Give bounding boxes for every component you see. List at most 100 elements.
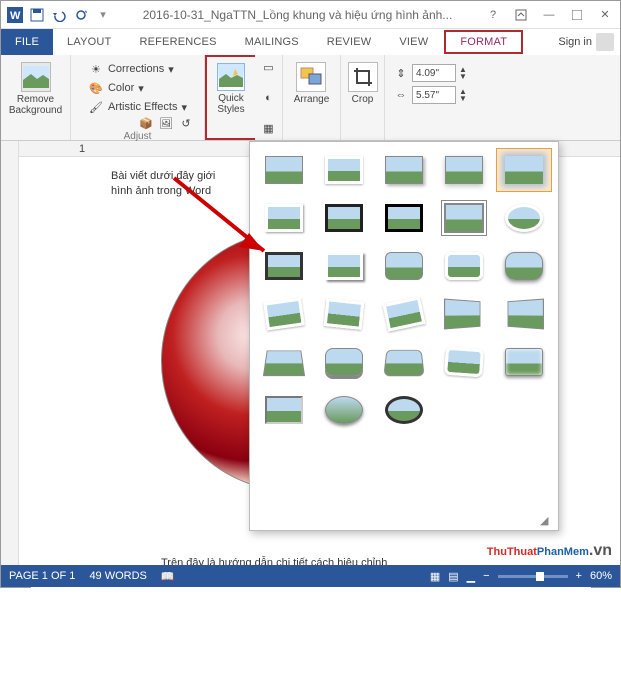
minimize-icon[interactable]: — bbox=[538, 5, 560, 25]
style-thumb-selected[interactable] bbox=[496, 148, 552, 192]
undo-icon[interactable] bbox=[49, 5, 69, 25]
style-thumb[interactable] bbox=[436, 244, 492, 288]
ribbon-display-icon[interactable] bbox=[510, 5, 532, 25]
maximize-icon[interactable] bbox=[566, 5, 588, 25]
title-bar: W ▾ 2016-10-31_NgaTTN_Lồng khung và hiệu… bbox=[1, 1, 620, 29]
zoom-slider-thumb[interactable] bbox=[536, 572, 544, 581]
quick-styles-icon bbox=[217, 63, 245, 91]
stepper-icon[interactable]: ▲▼ bbox=[459, 66, 467, 80]
style-thumb[interactable] bbox=[436, 196, 492, 240]
remove-background-icon bbox=[21, 62, 51, 92]
style-thumb[interactable] bbox=[496, 196, 552, 240]
style-thumb[interactable] bbox=[316, 340, 372, 384]
style-thumb[interactable] bbox=[496, 244, 552, 288]
style-thumb[interactable] bbox=[256, 388, 312, 432]
word-app-icon[interactable]: W bbox=[5, 5, 25, 25]
window-controls: ? — ✕ bbox=[482, 5, 616, 25]
style-thumb[interactable] bbox=[316, 196, 372, 240]
change-picture-icon[interactable]: 🖼 bbox=[158, 115, 174, 131]
sign-in-label: Sign in bbox=[558, 36, 592, 48]
ruler-mark: 1 bbox=[79, 143, 85, 155]
view-read-icon[interactable]: ▦ bbox=[430, 570, 440, 583]
tab-format[interactable]: FORMAT bbox=[444, 30, 523, 54]
save-icon[interactable] bbox=[27, 5, 47, 25]
compress-icon[interactable]: 📦 bbox=[138, 115, 154, 131]
style-thumb[interactable] bbox=[436, 340, 492, 384]
arrange-label: Arrange bbox=[294, 94, 330, 105]
proofing-icon[interactable]: 📖 bbox=[161, 570, 175, 583]
style-thumb[interactable] bbox=[376, 148, 432, 192]
style-thumb[interactable] bbox=[436, 292, 492, 336]
quick-styles-gallery: ◢ bbox=[249, 141, 559, 531]
width-input[interactable]: 5.57" bbox=[412, 86, 456, 104]
reset-icon[interactable]: ↺ bbox=[178, 115, 194, 131]
style-thumb[interactable] bbox=[496, 292, 552, 336]
tab-layout[interactable]: LAYOUT bbox=[53, 29, 125, 55]
crop-button[interactable]: Crop bbox=[344, 58, 382, 105]
tab-references[interactable]: REFERENCES bbox=[125, 29, 230, 55]
close-icon[interactable]: ✕ bbox=[594, 5, 616, 25]
help-icon[interactable]: ? bbox=[482, 5, 504, 25]
style-thumb[interactable] bbox=[316, 388, 372, 432]
height-row: ⇕ 4.09" ▲▼ bbox=[393, 64, 467, 82]
redo-icon[interactable] bbox=[71, 5, 91, 25]
corrections-button[interactable]: ☀Corrections ▾ bbox=[88, 61, 187, 77]
zoom-level[interactable]: 60% bbox=[590, 570, 612, 582]
style-thumb[interactable] bbox=[376, 340, 432, 384]
style-thumb[interactable] bbox=[376, 388, 432, 432]
picture-layout-icon[interactable]: ▦ bbox=[261, 120, 277, 136]
style-thumb[interactable] bbox=[316, 148, 372, 192]
style-thumb[interactable] bbox=[316, 244, 372, 288]
zoom-slider[interactable] bbox=[498, 575, 568, 578]
style-thumb[interactable] bbox=[376, 196, 432, 240]
view-print-icon[interactable]: ▤ bbox=[448, 570, 458, 583]
quick-styles-label: Quick Styles bbox=[217, 93, 244, 115]
qat-dropdown-icon[interactable]: ▾ bbox=[93, 5, 113, 25]
body-text: Bài viết dưới đây giới bbox=[111, 169, 215, 184]
style-thumb[interactable] bbox=[376, 292, 432, 336]
style-thumb[interactable] bbox=[256, 148, 312, 192]
page-indicator[interactable]: PAGE 1 OF 1 bbox=[9, 570, 75, 582]
stepper-icon[interactable]: ▲▼ bbox=[459, 88, 467, 102]
style-thumb[interactable] bbox=[256, 244, 312, 288]
view-web-icon[interactable]: ▁ bbox=[467, 570, 475, 583]
height-icon: ⇕ bbox=[393, 65, 409, 81]
style-thumb[interactable] bbox=[256, 340, 312, 384]
remove-background-button[interactable]: Remove Background bbox=[5, 58, 66, 116]
ribbon-tabs: FILE LAYOUT REFERENCES MAILINGS REVIEW V… bbox=[1, 29, 620, 55]
tab-view[interactable]: VIEW bbox=[385, 29, 442, 55]
quick-styles-button[interactable]: Quick Styles bbox=[213, 59, 249, 115]
picture-effects-icon[interactable]: ◐ bbox=[261, 90, 277, 106]
style-thumb[interactable] bbox=[316, 292, 372, 336]
style-thumb[interactable] bbox=[376, 244, 432, 288]
brush-icon: 🖌 bbox=[88, 99, 104, 115]
tab-review[interactable]: REVIEW bbox=[313, 29, 386, 55]
arrange-button[interactable]: Arrange bbox=[290, 58, 334, 105]
picture-border-icon[interactable]: ▭ bbox=[261, 59, 277, 75]
style-thumb[interactable] bbox=[256, 292, 312, 336]
zoom-out-icon[interactable]: − bbox=[483, 570, 489, 582]
ribbon: Remove Background ☀Corrections ▾ 🎨Color … bbox=[1, 55, 620, 141]
remove-background-label: Remove Background bbox=[9, 94, 62, 116]
word-count[interactable]: 49 WORDS bbox=[89, 570, 146, 582]
style-thumb[interactable] bbox=[436, 148, 492, 192]
height-input[interactable]: 4.09" bbox=[412, 64, 456, 82]
gallery-grid bbox=[256, 148, 552, 432]
tab-file[interactable]: FILE bbox=[1, 29, 53, 55]
color-button[interactable]: 🎨Color ▾ bbox=[88, 80, 187, 96]
palette-icon: 🎨 bbox=[88, 80, 104, 96]
vertical-ruler[interactable] bbox=[1, 141, 19, 565]
sun-icon: ☀ bbox=[88, 61, 104, 77]
avatar-icon bbox=[596, 33, 614, 51]
group-picture-styles-extra: ▭ ◐ ▦ bbox=[255, 55, 283, 140]
watermark-a: ThuThuat bbox=[487, 546, 537, 558]
crop-icon bbox=[348, 62, 378, 92]
tab-mailings[interactable]: MAILINGS bbox=[231, 29, 313, 55]
zoom-in-icon[interactable]: + bbox=[576, 570, 582, 582]
sign-in[interactable]: Sign in bbox=[552, 29, 620, 55]
width-row: ⇔ 5.57" ▲▼ bbox=[393, 86, 467, 104]
style-thumb[interactable] bbox=[256, 196, 312, 240]
gallery-expand-icon[interactable]: ◢ bbox=[540, 514, 552, 526]
artistic-effects-button[interactable]: 🖌Artistic Effects ▾ bbox=[88, 99, 187, 115]
style-thumb[interactable] bbox=[496, 340, 552, 384]
